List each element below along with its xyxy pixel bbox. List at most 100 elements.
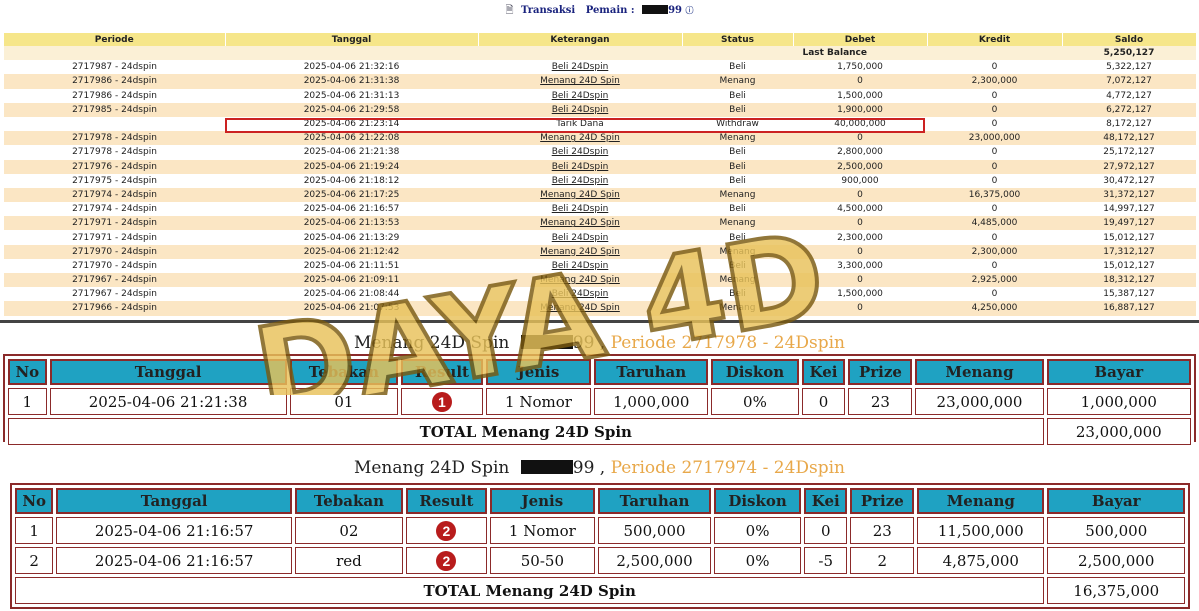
detail-col-kei: Kei	[804, 488, 848, 514]
detail-header-row: No Tanggal Tebakan Result Jenis Taruhan Diskon…	[8, 359, 1191, 385]
cell-periode: 2717974 - 24dspin	[4, 187, 225, 203]
cell-kredit: 0	[927, 173, 1062, 188]
cell-kredit: 0	[927, 88, 1062, 103]
cell-kredit: 0	[927, 287, 1062, 302]
detail-col-tebakan: Tebakan	[289, 359, 399, 385]
cell-keterangan[interactable]: Beli 24Dspin	[478, 102, 682, 117]
cell-debet: 1,500,000	[793, 88, 927, 103]
cell-tanggal: 2025-04-06 21:12:42	[225, 244, 478, 259]
info-icon[interactable]: ⓘ	[686, 5, 694, 15]
cell-saldo: 6,272,127	[1062, 102, 1196, 117]
cell-periode: 2717976 - 24dspin	[4, 159, 225, 174]
transaction-row: 2717974 - 24dspin 2025-04-06 21:16:57 Beli…	[4, 202, 1196, 217]
section-title-prefix: Menang 24D Spin	[353, 458, 510, 478]
redacted-player-name	[520, 335, 573, 349]
cell-keterangan[interactable]: Menang 24D Spin	[478, 74, 682, 89]
detail-cell-jenis: 1 Nomor	[489, 517, 595, 544]
cell-keterangan[interactable]: Beli 24Dspin	[478, 173, 682, 188]
cell-debet: 0	[793, 216, 927, 231]
section-divider	[0, 320, 1199, 323]
detail-cell-prize: 2	[850, 547, 915, 574]
detail-cell-diskon: 0%	[714, 547, 802, 574]
detail-cell-bayar: 500,000	[1047, 517, 1185, 544]
detail-cell-menang: 23,000,000	[915, 388, 1044, 415]
cell-debet: 0	[793, 244, 927, 259]
cell-debet: 1,750,000	[793, 60, 927, 75]
cell-keterangan[interactable]: Beli 24Dspin	[478, 159, 682, 174]
detail-col-result: Result	[401, 359, 483, 385]
cell-saldo: 5,322,127	[1062, 60, 1196, 75]
detail-col-menang: Menang	[915, 359, 1044, 385]
cell-keterangan[interactable]: Beli 24Dspin	[478, 202, 682, 217]
cell-kredit: 4,485,000	[927, 216, 1062, 231]
detail-cell-tebakan: 01	[289, 388, 399, 415]
cell-debet: 0	[793, 131, 927, 146]
detail-cell-diskon: 0%	[711, 388, 799, 415]
cell-keterangan[interactable]: Beli 24Dspin	[478, 287, 682, 302]
cell-keterangan[interactable]: Beli 24Dspin	[478, 258, 682, 273]
col-periode: Periode	[4, 33, 226, 46]
player-suffix: 99	[572, 458, 595, 478]
cell-saldo: 31,372,127	[1062, 187, 1196, 203]
cell-tanggal: 2025-04-06 21:13:29	[225, 230, 478, 245]
cell-periode: 2717971 - 24dspin	[4, 216, 225, 231]
cell-keterangan[interactable]: Menang 24D Spin	[478, 244, 682, 259]
section-title-separator: ,	[599, 333, 606, 353]
cell-keterangan[interactable]: Beli 24Dspin	[478, 88, 682, 103]
detail-cell-taruhan: 1,000,000	[594, 388, 709, 415]
detail-table-2: No Tanggal Tebakan Result Jenis Taruhan Diskon…	[12, 485, 1188, 607]
transaction-header-row: Periode Tanggal Keterangan Status Debet …	[4, 33, 1197, 46]
cell-keterangan[interactable]: Menang 24D Spin	[478, 216, 682, 231]
pemain-label: Pemain :	[585, 5, 635, 16]
cell-keterangan: Tarik Dana	[478, 116, 682, 132]
last-balance-empty	[927, 46, 1062, 61]
cell-keterangan[interactable]: Menang 24D Spin	[478, 273, 682, 288]
cell-status: Beli	[682, 230, 793, 245]
detail-cell-result: 2	[405, 517, 487, 544]
cell-kredit: 16,375,000	[927, 187, 1062, 203]
detail-cell-no: 2	[15, 547, 54, 574]
cell-status: Withdraw	[682, 116, 793, 132]
cell-kredit: 2,300,000	[927, 244, 1062, 259]
cell-debet: 2,500,000	[793, 159, 927, 174]
transaction-row: 2717970 - 24dspin 2025-04-06 21:11:51 Beli…	[4, 258, 1196, 273]
detail-col-prize: Prize	[850, 488, 915, 514]
detail-col-no: No	[15, 488, 54, 514]
detail-cell-jenis: 50-50	[489, 547, 595, 574]
cell-keterangan[interactable]: Beli 24Dspin	[478, 230, 682, 245]
detail-table-1: No Tanggal Tebakan Result Jenis Taruhan Diskon…	[5, 356, 1194, 448]
cell-saldo: 17,312,127	[1062, 244, 1196, 259]
cell-saldo: 14,997,127	[1062, 202, 1196, 217]
cell-keterangan[interactable]: Menang 24D Spin	[478, 131, 682, 146]
detail-cell-bayar: 1,000,000	[1046, 388, 1191, 415]
cell-saldo: 15,012,127	[1062, 230, 1196, 245]
page-title: 🗎 Transaksi Pemain : 99 ⓘ	[0, 3, 1199, 20]
detail-cell-bayar: 2,500,000	[1047, 547, 1185, 574]
cell-tanggal: 2025-04-06 21:18:12	[225, 173, 478, 188]
cell-keterangan[interactable]: Menang 24D Spin	[478, 187, 682, 203]
cell-kredit: 0	[927, 60, 1062, 75]
cell-tanggal: 2025-04-06 21:09:11	[225, 273, 478, 288]
transaction-row: 2717971 - 24dspin 2025-04-06 21:13:29 Beli…	[4, 230, 1196, 245]
cell-keterangan[interactable]: Beli 24Dspin	[478, 60, 682, 75]
transaction-row: 2717978 - 24dspin 2025-04-06 21:21:38 Beli…	[4, 145, 1196, 160]
cell-periode: 2717970 - 24dspin	[4, 244, 225, 259]
cell-status: Beli	[682, 159, 793, 174]
detail-cell-kei: 0	[801, 388, 846, 415]
cell-debet: 2,300,000	[793, 230, 927, 245]
cell-status: Beli	[682, 258, 793, 273]
transaction-row: 2717966 - 24dspin 2025-04-06 21:07:53 Mena…	[4, 301, 1196, 316]
col-keterangan: Keterangan	[478, 33, 683, 46]
detail-col-diskon: Diskon	[714, 488, 802, 514]
cell-periode: 2717970 - 24dspin	[4, 258, 225, 273]
cell-tanggal: 2025-04-06 21:29:58	[225, 102, 478, 117]
cell-status: Beli	[682, 88, 793, 103]
cell-keterangan[interactable]: Menang 24D Spin	[478, 301, 682, 316]
cell-tanggal: 2025-04-06 21:23:14	[225, 116, 478, 132]
cell-keterangan[interactable]: Beli 24Dspin	[478, 145, 682, 160]
detail-header-row: No Tanggal Tebakan Result Jenis Taruhan Diskon…	[15, 488, 1185, 514]
cell-status: Menang	[682, 273, 793, 288]
transaction-row: 2717967 - 24dspin 2025-04-06 21:09:11 Mena…	[4, 273, 1196, 288]
detail-col-bayar: Bayar	[1047, 488, 1185, 514]
cell-debet: 4,500,000	[793, 202, 927, 217]
